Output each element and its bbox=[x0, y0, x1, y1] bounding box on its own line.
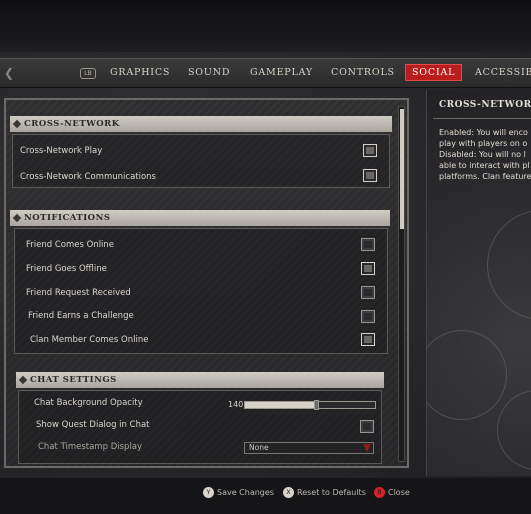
settings-scrollbar[interactable] bbox=[398, 106, 405, 462]
settings-panel: CROSS-NETWORK Cross-Network Play Cross-N… bbox=[4, 98, 409, 468]
cross-network-play-checkbox[interactable] bbox=[363, 144, 377, 157]
friend-comes-online-label: Friend Comes Online bbox=[26, 240, 115, 250]
b-button-icon: B bbox=[374, 487, 385, 498]
chat-opacity-slider-fill bbox=[245, 402, 317, 408]
section-title: CHAT SETTINGS bbox=[30, 375, 117, 385]
description-line: able to interact with pl bbox=[439, 161, 530, 170]
description-title: CROSS-NETWORK bbox=[439, 100, 531, 110]
scrollbar-thumb[interactable] bbox=[400, 109, 404, 229]
tab-gameplay[interactable]: GAMEPLAY bbox=[250, 67, 313, 78]
section-header-notifications: NOTIFICATIONS bbox=[10, 210, 390, 226]
close-hint[interactable]: Close bbox=[388, 488, 410, 497]
section-header-chat-settings: CHAT SETTINGS bbox=[16, 372, 384, 388]
save-changes-hint[interactable]: Save Changes bbox=[217, 488, 274, 497]
chat-timestamp-dropdown[interactable]: None bbox=[244, 442, 374, 454]
tab-controls[interactable]: CONTROLS bbox=[331, 67, 395, 78]
friend-request-received-label: Friend Request Received bbox=[26, 288, 131, 298]
decorative-rune-circle-icon bbox=[427, 330, 507, 420]
lb-bumper-icon[interactable]: LB bbox=[80, 68, 96, 79]
description-divider bbox=[433, 118, 531, 119]
cross-network-communications-checkbox[interactable] bbox=[363, 169, 377, 182]
tab-graphics[interactable]: GRAPHICS bbox=[110, 67, 170, 78]
dropdown-arrow-icon[interactable] bbox=[363, 444, 371, 452]
friend-comes-online-checkbox[interactable] bbox=[361, 238, 375, 251]
section-title: NOTIFICATIONS bbox=[24, 213, 111, 223]
clan-member-comes-online-checkbox[interactable] bbox=[361, 333, 375, 346]
description-line: play with players on o bbox=[439, 139, 528, 148]
friend-request-received-checkbox[interactable] bbox=[361, 286, 375, 299]
diamond-bullet-icon bbox=[18, 375, 28, 385]
description-line: Disabled: You will no l bbox=[439, 150, 526, 159]
reset-defaults-hint[interactable]: Reset to Defaults bbox=[297, 488, 366, 497]
clan-member-comes-online-label: Clan Member Comes Online bbox=[30, 335, 149, 345]
tab-accessibility[interactable]: ACCESSIBILI bbox=[475, 67, 531, 78]
tab-sound[interactable]: SOUND bbox=[188, 67, 230, 78]
chat-timestamp-label: Chat Timestamp Display bbox=[38, 442, 143, 452]
decorative-rune-circle-icon bbox=[497, 390, 531, 470]
show-quest-dialog-checkbox[interactable] bbox=[360, 420, 374, 433]
description-line: platforms. Clan feature bbox=[439, 172, 531, 181]
x-button-icon: X bbox=[283, 487, 294, 498]
controller-hints-bar: Y Save Changes X Reset to Defaults B Clo… bbox=[0, 484, 531, 502]
chat-opacity-slider[interactable] bbox=[244, 400, 376, 410]
friend-earns-challenge-label: Friend Earns a Challenge bbox=[28, 311, 134, 321]
show-quest-dialog-label: Show Quest Dialog in Chat bbox=[36, 420, 150, 430]
chat-timestamp-selected: None bbox=[249, 443, 269, 452]
description-line: Enabled: You will enco bbox=[439, 128, 528, 137]
cross-network-communications-label: Cross-Network Communications bbox=[20, 172, 156, 182]
description-panel: CROSS-NETWORK Enabled: You will enco pla… bbox=[426, 90, 531, 476]
friend-earns-challenge-checkbox[interactable] bbox=[361, 310, 375, 323]
friend-goes-offline-checkbox[interactable] bbox=[361, 262, 375, 275]
decorative-rune-circle-icon bbox=[487, 210, 531, 320]
y-button-icon: Y bbox=[203, 487, 214, 498]
diamond-bullet-icon bbox=[12, 119, 22, 129]
monitor-bezel-top bbox=[0, 0, 531, 58]
friend-goes-offline-label: Friend Goes Offline bbox=[26, 264, 107, 274]
chat-opacity-slider-thumb[interactable] bbox=[313, 400, 319, 410]
chat-opacity-label: Chat Background Opacity bbox=[34, 398, 143, 408]
settings-tab-bar: ❮ LB GRAPHICS SOUND GAMEPLAY CONTROLS SO… bbox=[0, 58, 531, 88]
diamond-bullet-icon bbox=[12, 213, 22, 223]
section-header-cross-network: CROSS-NETWORK bbox=[10, 116, 392, 132]
cross-network-play-label: Cross-Network Play bbox=[20, 146, 103, 156]
back-chevron-icon[interactable]: ❮ bbox=[4, 65, 16, 81]
chat-opacity-value: 140 bbox=[228, 400, 244, 409]
section-title: CROSS-NETWORK bbox=[24, 119, 120, 129]
tab-social[interactable]: SOCIAL bbox=[405, 64, 463, 81]
